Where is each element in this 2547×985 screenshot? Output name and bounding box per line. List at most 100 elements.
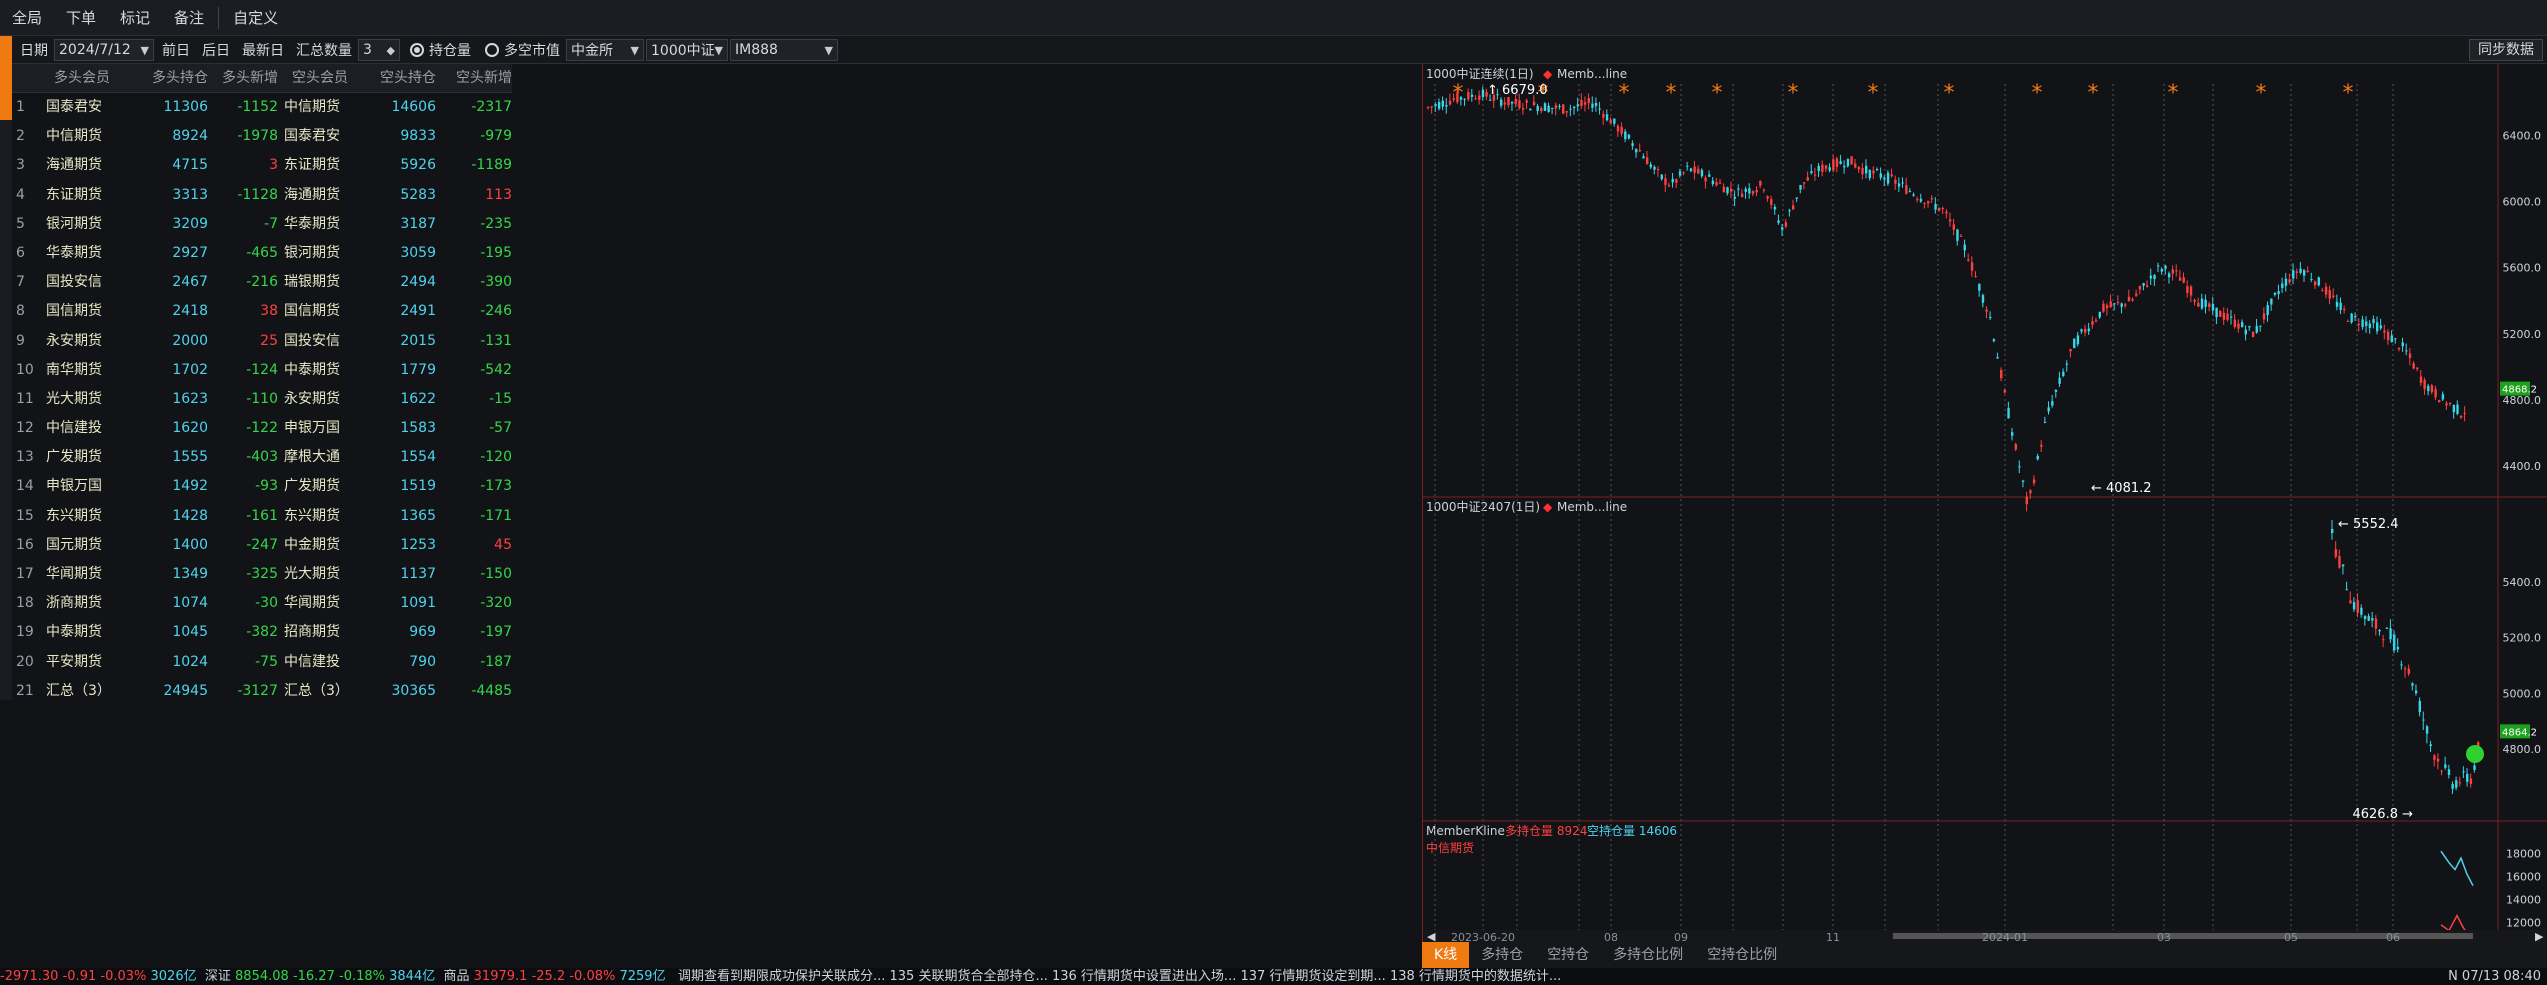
candle-body [2219, 310, 2222, 317]
table-row[interactable]: 16 国元期货 1400 -247 中金期货 1253 45 [12, 531, 512, 560]
candle-body [2065, 363, 2069, 365]
candle-body [2204, 299, 2207, 307]
high-price-label: ← 5552.4 [2338, 517, 2399, 532]
col-header-long-position[interactable]: 多头持仓 [130, 64, 208, 92]
candle-body [2054, 389, 2058, 392]
sync-data-button[interactable]: 同步数据 [2469, 39, 2543, 61]
candle-body [1547, 105, 1550, 112]
contract-select[interactable]: IM888 ▼ [730, 38, 838, 61]
candle-body [2266, 305, 2269, 316]
long-change: -382 [246, 624, 278, 641]
candle-body [1810, 171, 1813, 173]
candle-body [2248, 326, 2251, 328]
table-row[interactable]: 12 中信建投 1620 -122 申银万国 1583 -57 [12, 414, 512, 443]
date-picker[interactable]: 2024/7/12 ▼ [54, 38, 154, 61]
kline-chart-svg[interactable]: 1000中证连续(1日) ◆ Memb...line 1000中证2407(1日… [1423, 64, 2547, 942]
candle-body [1861, 168, 1864, 175]
table-row[interactable]: 7 国投安信 2467 -216 瑞银期货 2494 -390 [12, 268, 512, 297]
table-row[interactable]: 5 银河期货 3209 -7 华泰期货 3187 -235 [12, 210, 512, 239]
table-row[interactable]: 13 广发期货 1555 -403 摩根大通 1554 -120 [12, 443, 512, 472]
menu-item-global[interactable]: 全局 [0, 0, 54, 36]
candle-body [2135, 293, 2138, 296]
candle-body [1660, 174, 1663, 180]
col-header-short-position[interactable]: 空头持仓 [370, 64, 436, 92]
row-index: 12 [16, 420, 34, 437]
candle-body [1981, 295, 1985, 303]
prev-day-button[interactable]: 前日 [162, 40, 190, 60]
table-row[interactable]: 18 浙商期货 1074 -30 华闻期货 1091 -320 [12, 589, 512, 618]
table-row[interactable]: 9 永安期货 2000 25 国投安信 2015 -131 [12, 327, 512, 356]
candle-body [2360, 607, 2363, 615]
chart-panel[interactable]: 1000中证连续(1日) ◆ Memb...line 1000中证2407(1日… [1422, 64, 2547, 942]
short-position: 1622 [400, 390, 436, 407]
latest-day-button[interactable]: 最新日 [242, 40, 284, 60]
candle-body [2408, 353, 2412, 358]
candle-body [1540, 107, 1543, 112]
short-member: 银河期货 [284, 244, 340, 261]
short-change: -542 [480, 361, 512, 378]
candle-body [2407, 668, 2411, 674]
table-row[interactable]: 21 汇总（3） 24945 -3127 汇总（3） 30365 -4485 [12, 677, 512, 706]
tab-long-ratio[interactable]: 多持仓比例 [1601, 942, 1695, 968]
long-position: 2418 [172, 303, 208, 320]
radio-open-interest[interactable] [410, 42, 424, 57]
menu-item-custom[interactable]: 自定义 [221, 0, 290, 36]
product-select[interactable]: 1000中证 ▼ [646, 38, 728, 61]
next-day-button[interactable]: 后日 [202, 40, 230, 60]
product-value: 1000中证 [651, 42, 715, 59]
tab-short-position[interactable]: 空持仓 [1535, 942, 1601, 968]
table-row[interactable]: 6 华泰期货 2927 -465 银河期货 3059 -195 [12, 239, 512, 268]
table-row[interactable]: 11 光大期货 1623 -110 永安期货 1622 -15 [12, 385, 512, 414]
candle-body [1799, 185, 1802, 190]
short-member: 中信建投 [284, 653, 340, 670]
candle-body [2230, 316, 2233, 318]
short-member: 瑞银期货 [284, 274, 340, 291]
left-side-tab[interactable] [0, 36, 12, 120]
candle-body [2405, 350, 2408, 352]
table-row[interactable]: 10 南华期货 1702 -124 中泰期货 1779 -542 [12, 356, 512, 385]
long-change: -3127 [237, 682, 278, 699]
candle-body [2335, 301, 2339, 307]
candle-body [1726, 187, 1729, 194]
candle-body [1532, 101, 1536, 106]
short-member: 海通期货 [284, 186, 340, 203]
table-row[interactable]: 2 中信期货 8924 -1978 国泰君安 9833 -979 [12, 122, 512, 151]
menu-item-order[interactable]: 下单 [54, 0, 108, 36]
table-row[interactable]: 20 平安期货 1024 -75 中信建投 790 -187 [12, 648, 512, 677]
candle-body [2466, 773, 2469, 782]
tab-short-ratio[interactable]: 空持仓比例 [1695, 942, 1789, 968]
candle-body [1500, 99, 1503, 106]
candle-body [1952, 224, 1955, 230]
candle-body [1448, 100, 1452, 105]
candle-body [1865, 165, 1868, 174]
summary-stepper[interactable]: 3 ◆ [358, 38, 400, 61]
short-position-line [2440, 850, 2474, 887]
table-row[interactable]: 4 东证期货 3313 -1128 海通期货 5283 113 [12, 181, 512, 210]
table-row[interactable]: 8 国信期货 2418 38 国信期货 2491 -246 [12, 297, 512, 326]
tab-long-position[interactable]: 多持仓 [1469, 942, 1535, 968]
exchange-select[interactable]: 中金所 ▼ [566, 38, 644, 61]
status-clock: N 07/13 08:40 [2448, 969, 2541, 984]
menu-item-note[interactable]: 备注 [162, 0, 216, 36]
radio-market-value[interactable] [485, 42, 499, 57]
col-header-long-member[interactable]: 多头会员 [46, 64, 130, 92]
short-change: -390 [480, 274, 512, 291]
long-position: 8924 [172, 128, 208, 145]
table-row[interactable]: 15 东兴期货 1428 -161 东兴期货 1365 -171 [12, 502, 512, 531]
row-index: 16 [16, 536, 34, 553]
table-row[interactable]: 14 申银万国 1492 -93 广发期货 1519 -173 [12, 472, 512, 501]
tab-kline[interactable]: K线 [1422, 942, 1470, 968]
candle-body [1583, 102, 1587, 105]
col-header-short-change[interactable]: 空头新增 [436, 64, 512, 92]
table-row[interactable]: 19 中泰期货 1045 -382 招商期货 969 -197 [12, 618, 512, 647]
candle-body [1700, 170, 1704, 177]
table-row[interactable]: 17 华闻期货 1349 -325 光大期货 1137 -150 [12, 560, 512, 589]
candle-body [2018, 466, 2021, 468]
col-header-short-member[interactable]: 空头会员 [278, 64, 370, 92]
short-position: 1253 [400, 536, 436, 553]
bottom-chart-member: 中信期货 [1426, 840, 1474, 855]
table-row[interactable]: 1 国泰君安 11306 -1152 中信期货 14606 -2317 [12, 93, 512, 122]
col-header-long-change[interactable]: 多头新增 [208, 64, 278, 92]
menu-item-mark[interactable]: 标记 [108, 0, 162, 36]
table-row[interactable]: 3 海通期货 4715 3 东证期货 5926 -1189 [12, 151, 512, 180]
